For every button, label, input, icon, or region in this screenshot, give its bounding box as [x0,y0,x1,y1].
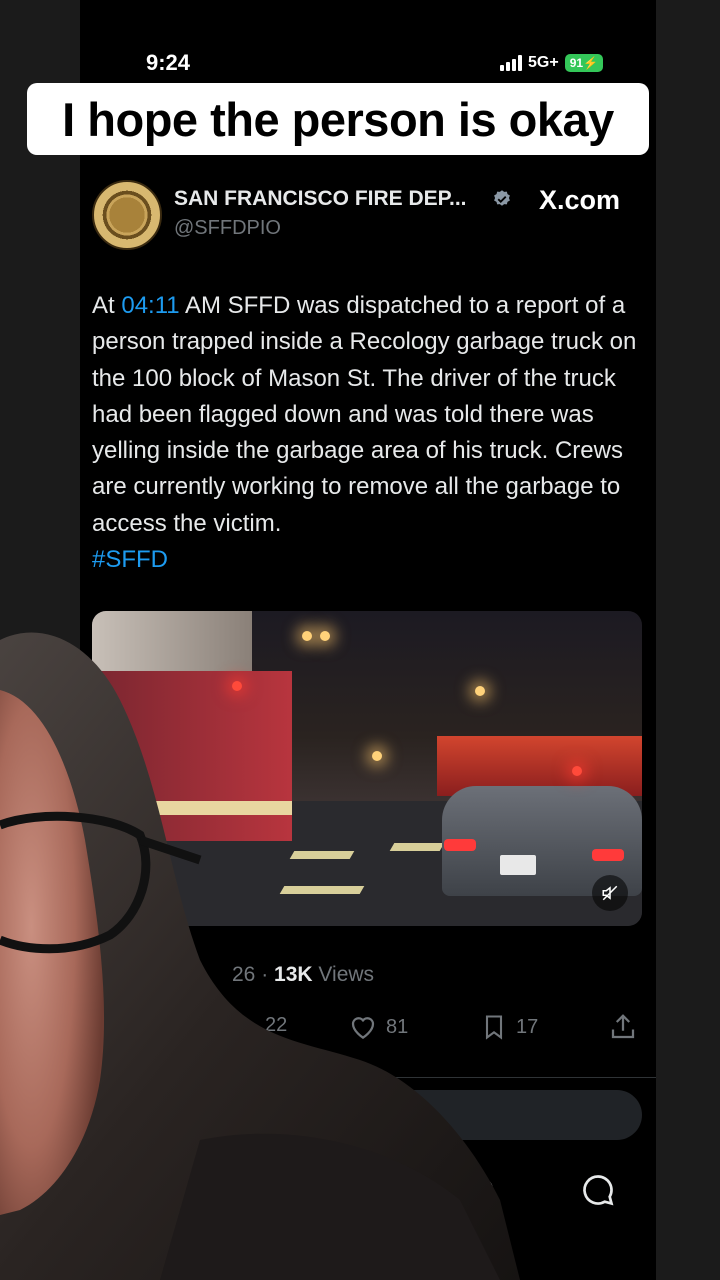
views-count: 13K [274,963,313,986]
emergency-light [232,681,242,691]
bookmark-button[interactable]: 17 [480,1012,538,1042]
heart-icon [351,1017,375,1039]
distant-light [372,751,382,761]
hashtag-link[interactable]: #SFFD [92,546,168,573]
media-taillight [444,839,476,851]
battery-badge: 91⚡ [564,54,603,72]
battery-level: 91 [569,56,584,70]
account-name[interactable]: SAN FRANCISCO FIRE DEP... [174,187,466,211]
media-road-mark [289,851,355,859]
background-strip-left [0,0,80,1280]
bookmark-count: 17 [516,1015,539,1038]
media-taillight [592,849,624,861]
status-indicators: 5G+ 91⚡ [500,54,603,72]
caption-text: I hope the person is okay [62,92,614,146]
tweet-stats: 26 · 13K Views [232,963,374,987]
verified-icon [494,190,510,206]
media-truck-stripe [92,801,292,815]
mute-button[interactable] [592,875,628,911]
like-count: 81 [386,1015,409,1038]
retweet-count: 22 [265,1014,288,1036]
message-icon[interactable] [580,1172,616,1208]
caption-box: I hope the person is okay [27,83,649,155]
bottom-nav [0,1168,720,1212]
tweet-text-start: At [92,292,122,319]
stats-separator: · [261,963,269,986]
date-fragment: 26 [232,963,256,986]
media-license-plate [500,855,536,875]
share-button[interactable] [608,1012,638,1042]
tweet-actions: 22 81 17 [0,1010,720,1046]
tweet-media-video[interactable] [92,611,642,926]
views-label: Views [318,963,375,986]
tweet-body: At 04:11 AM SFFD was dispatched to a rep… [92,288,652,578]
status-bar: 9:24 5G+ 91⚡ [0,0,720,80]
street-light [302,631,312,641]
mute-icon [602,885,618,901]
tweet-header: SAN FRANCISCO FIRE DEP... @SFFDPIO X.com [92,180,642,250]
retweet-button[interactable]: 22 [265,1014,287,1037]
emergency-light [572,766,582,776]
media-fire-truck-left [92,671,292,841]
bell-icon[interactable] [466,1172,500,1208]
network-type: 5G+ [528,54,559,71]
share-icon [611,1014,635,1039]
street-light [475,686,485,696]
source-label: X.com [539,185,621,215]
media-road-mark [389,843,445,851]
like-button[interactable]: 81 [348,1012,408,1042]
tweet-time-link[interactable]: 04:11 [121,292,179,319]
status-time: 9:24 [146,50,191,75]
tweet-text-rest: AM SFFD was dispatched to a report of a … [92,292,637,537]
street-light [320,631,330,641]
background-strip-right [656,0,720,1280]
account-handle: @SFFDPIO [174,217,281,239]
signal-icon [500,55,522,71]
reply-input[interactable] [330,1090,642,1140]
bookmark-icon [485,1015,503,1040]
avatar[interactable] [92,180,162,250]
divider [80,1077,656,1078]
media-road-mark [279,886,365,894]
